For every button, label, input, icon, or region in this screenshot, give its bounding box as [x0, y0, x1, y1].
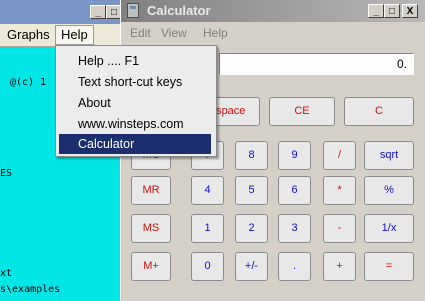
key-decimal[interactable]: .	[278, 252, 311, 281]
key-add[interactable]: +	[323, 252, 356, 281]
clear-entry-button[interactable]: CE	[269, 97, 335, 126]
winsteps-minimize-button[interactable]: _	[90, 5, 106, 19]
menu-graphs[interactable]: Graphs	[4, 27, 53, 43]
key-equals[interactable]: =	[364, 252, 414, 281]
key-5[interactable]: 5	[235, 176, 268, 205]
clear-button[interactable]: C	[344, 97, 414, 126]
key-8[interactable]: 8	[235, 141, 268, 170]
calculator-maximize-button[interactable]: □	[384, 4, 400, 18]
key-9[interactable]: 9	[278, 141, 311, 170]
output-text-line: s\examples	[0, 284, 61, 295]
key-divide[interactable]: /	[323, 141, 356, 170]
output-text-line: xt	[0, 268, 13, 279]
key-reciprocal[interactable]: 1/x	[364, 214, 414, 243]
menu-item-calculator[interactable]: Calculator	[59, 134, 211, 154]
memory-store-button[interactable]: MS	[131, 214, 171, 243]
menu-item-text-shortcut-keys[interactable]: Text short-cut keys	[59, 72, 211, 92]
key-3[interactable]: 3	[278, 214, 311, 243]
calculator-menubar: Edit View Help	[121, 23, 425, 43]
calc-menu-view[interactable]: View	[161, 26, 187, 40]
key-percent[interactable]: %	[364, 176, 414, 205]
calc-menu-help[interactable]: Help	[203, 26, 228, 40]
key-1[interactable]: 1	[191, 214, 224, 243]
calculator-icon	[127, 3, 139, 18]
key-2[interactable]: 2	[235, 214, 268, 243]
key-sqrt[interactable]: sqrt	[364, 141, 414, 170]
calculator-close-button[interactable]: X	[402, 4, 418, 18]
calculator-titlebar: Calculator _ □ X	[121, 0, 425, 22]
calculator-minimize-button[interactable]: _	[368, 4, 384, 18]
calculator-title: Calculator	[147, 3, 211, 18]
menu-item-website[interactable]: www.winsteps.com	[59, 114, 211, 134]
key-6[interactable]: 6	[278, 176, 311, 205]
key-multiply[interactable]: *	[323, 176, 356, 205]
key-4[interactable]: 4	[191, 176, 224, 205]
memory-recall-button[interactable]: MR	[131, 176, 171, 205]
menu-help[interactable]: Help	[55, 25, 94, 45]
key-0[interactable]: 0	[191, 252, 224, 281]
memory-add-button[interactable]: M+	[131, 252, 171, 281]
help-dropdown-menu: Help .... F1 Text short-cut keys About w…	[55, 45, 217, 157]
key-subtract[interactable]: -	[323, 214, 356, 243]
calculator-display: 0.	[219, 53, 414, 75]
key-plus-minus[interactable]: +/-	[235, 252, 268, 281]
menu-item-about[interactable]: About	[59, 93, 211, 113]
output-text-line: @(c) 1	[10, 77, 47, 88]
calc-menu-edit[interactable]: Edit	[130, 26, 151, 40]
output-text-line: ES	[0, 168, 13, 179]
menu-item-help-f1[interactable]: Help .... F1	[59, 51, 211, 71]
